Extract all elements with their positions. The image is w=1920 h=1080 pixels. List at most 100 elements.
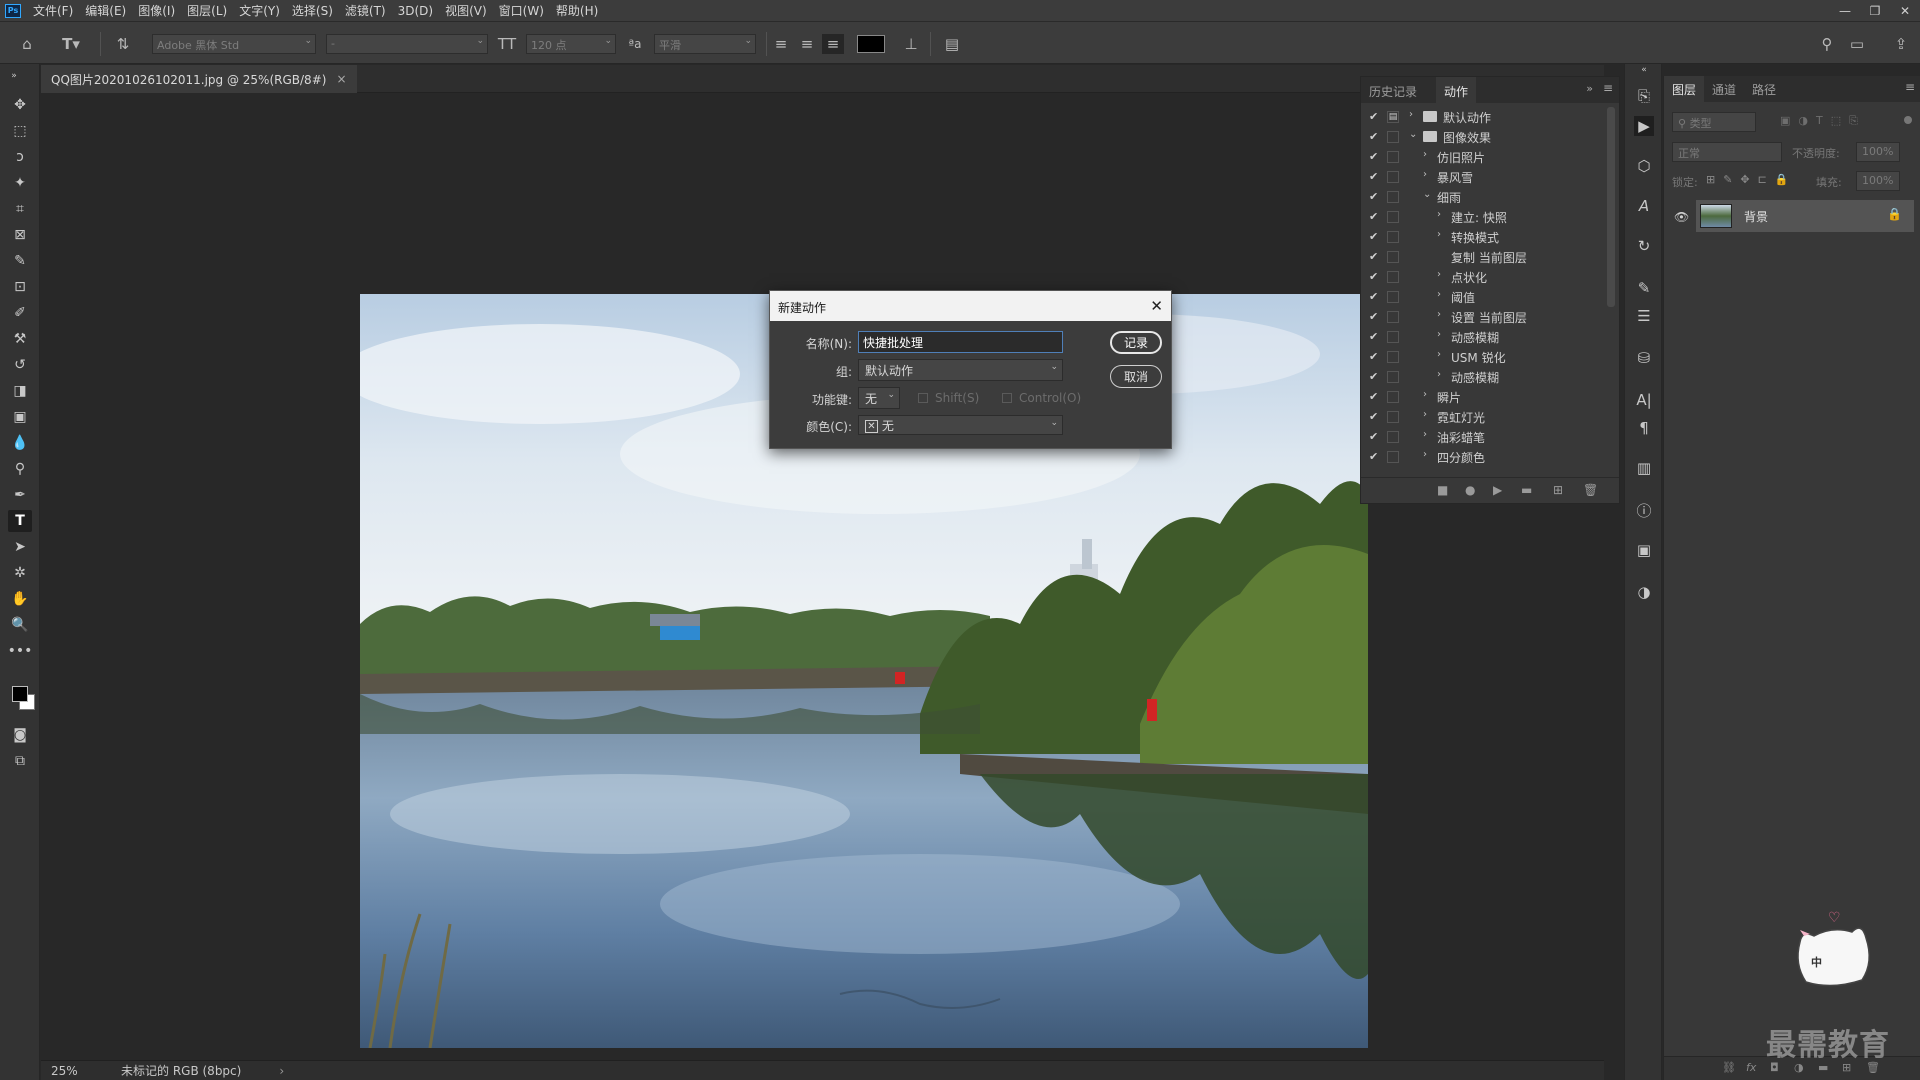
dialog-toggle-box[interactable] <box>1387 331 1399 343</box>
chevron-right-icon[interactable]: › <box>1423 449 1427 460</box>
clone-stamp-tool-icon[interactable]: ⚒ <box>8 328 32 350</box>
action-row[interactable]: ✔ › 油彩蜡笔 <box>1361 427 1605 447</box>
menu-item-help[interactable]: 帮助(H) <box>550 2 604 19</box>
play-icon[interactable]: ▶ <box>1493 483 1502 497</box>
action-row[interactable]: ✔ › 仿旧照片 <box>1361 147 1605 167</box>
dialog-toggle-box[interactable] <box>1387 411 1399 423</box>
eraser-tool-icon[interactable]: ◨ <box>8 380 32 402</box>
eyedropper-tool-icon[interactable]: ✎ <box>8 250 32 272</box>
chevron-right-icon[interactable]: › <box>1409 109 1413 120</box>
action-row[interactable]: ✔ ▤ › 默认动作 <box>1361 107 1605 127</box>
frame-tool-icon[interactable]: ⊠ <box>8 224 32 246</box>
tab-history[interactable]: 历史记录 <box>1361 77 1425 103</box>
antialias-select[interactable]: 平滑 ⌄ <box>654 34 756 54</box>
blend-mode-select[interactable]: 正常 <box>1672 142 1782 162</box>
tab-actions[interactable]: 动作 <box>1436 77 1477 103</box>
workspace-icon[interactable]: ▭ <box>1846 34 1868 54</box>
status-arrow-icon[interactable]: › <box>279 1064 284 1078</box>
check-icon[interactable]: ✔ <box>1369 250 1378 263</box>
record-button[interactable]: 记录 <box>1110 331 1162 354</box>
dialog-close-icon[interactable]: ✕ <box>1150 297 1163 315</box>
color-select[interactable]: ✕ 无 ⌄ <box>858 415 1063 435</box>
chevron-right-icon[interactable]: › <box>1437 289 1441 300</box>
action-row[interactable]: ✔ 复制 当前图层 <box>1361 247 1605 267</box>
home-icon[interactable]: ⌂ <box>16 34 38 54</box>
check-icon[interactable]: ✔ <box>1369 270 1378 283</box>
check-icon[interactable]: ✔ <box>1369 170 1378 183</box>
marquee-tool-icon[interactable]: ⬚ <box>8 120 32 142</box>
restore-button[interactable]: ❐ <box>1860 0 1890 21</box>
action-row[interactable]: ✔ › 设置 当前图层 <box>1361 307 1605 327</box>
visibility-eye-icon[interactable]: 👁 <box>1674 210 1689 224</box>
history-panel-icon[interactable]: ⎘ <box>1634 86 1654 106</box>
crop-tool-icon[interactable]: ⌗ <box>8 198 32 220</box>
libraries-panel-icon[interactable]: ▣ <box>1634 540 1654 560</box>
adjustments-panel-icon[interactable]: ↻ <box>1634 236 1654 256</box>
tab-layers[interactable]: 图层 <box>1664 76 1705 102</box>
magic-wand-tool-icon[interactable]: ✦ <box>8 172 32 194</box>
dialog-toggle-box[interactable] <box>1387 311 1399 323</box>
menu-item-view[interactable]: 视图(V) <box>439 2 493 19</box>
menu-item-layer[interactable]: 图层(L) <box>181 2 233 19</box>
check-icon[interactable]: ✔ <box>1369 350 1378 363</box>
record-icon[interactable]: ● <box>1465 483 1475 497</box>
menu-item-window[interactable]: 窗口(W) <box>493 2 550 19</box>
quick-mask-icon[interactable]: ◙ <box>8 724 32 746</box>
dialog-toggle-box[interactable] <box>1387 211 1399 223</box>
new-set-folder-icon[interactable]: ▬ <box>1521 483 1532 497</box>
chevron-right-icon[interactable]: › <box>1437 209 1441 220</box>
dialog-toggle-box[interactable] <box>1387 171 1399 183</box>
zoom-level[interactable]: 25% <box>51 1064 111 1078</box>
check-icon[interactable]: ✔ <box>1369 290 1378 303</box>
hand-tool-icon[interactable]: ✋ <box>8 588 32 610</box>
function-key-select[interactable]: 无 ⌄ <box>858 387 900 409</box>
chevron-right-icon[interactable]: › <box>1437 269 1441 280</box>
close-window-button[interactable]: ✕ <box>1890 0 1920 21</box>
collapse-panel-icon[interactable]: » <box>1586 82 1593 95</box>
chevron-right-icon[interactable]: › <box>1437 369 1441 380</box>
character-panel-icon[interactable]: ▤ <box>941 34 963 54</box>
dodge-tool-icon[interactable]: ⚲ <box>8 458 32 480</box>
brush-settings-icon[interactable]: ✎ <box>1634 278 1654 298</box>
layer-row-background[interactable]: 背景 🔒 <box>1696 200 1914 232</box>
paragraph-panel-icon[interactable]: ¶ <box>1634 418 1654 438</box>
align-left-icon[interactable]: ≡ <box>770 34 792 54</box>
check-icon[interactable]: ✔ <box>1369 310 1378 323</box>
zoom-tool-icon[interactable]: 🔍 <box>8 614 32 636</box>
path-selection-tool-icon[interactable]: ➤ <box>8 536 32 558</box>
chevron-right-icon[interactable]: › <box>1437 309 1441 320</box>
group-select[interactable]: 默认动作 ⌄ <box>858 359 1063 381</box>
lock-icon[interactable]: 🔒 <box>1887 207 1902 221</box>
menu-item-image[interactable]: 图像(I) <box>132 2 181 19</box>
menu-item-edit[interactable]: 编辑(E) <box>79 2 132 19</box>
chevron-right-icon[interactable]: › <box>1437 229 1441 240</box>
check-icon[interactable]: ✔ <box>1369 390 1378 403</box>
action-row[interactable]: ✔ › 点状化 <box>1361 267 1605 287</box>
3d-panel-icon[interactable]: ⬡ <box>1634 156 1654 176</box>
check-icon[interactable]: ✔ <box>1369 450 1378 463</box>
action-name-input[interactable]: 快捷批处理 <box>858 331 1063 353</box>
dialog-toggle-box[interactable] <box>1387 151 1399 163</box>
action-row[interactable]: ✔ › 建立: 快照 <box>1361 207 1605 227</box>
lasso-tool-icon[interactable]: ↄ <box>8 146 32 168</box>
action-row[interactable]: ✔ › USM 锐化 <box>1361 347 1605 367</box>
dialog-toggle-box[interactable] <box>1387 251 1399 263</box>
chevron-right-icon[interactable]: › <box>1423 389 1427 400</box>
history-brush-tool-icon[interactable]: ↺ <box>8 354 32 376</box>
layer-filter-select[interactable]: ⚲ 类型 <box>1672 112 1756 132</box>
dialog-toggle-box[interactable] <box>1387 351 1399 363</box>
lock-icons[interactable]: ⊞✎✥⊏🔒 <box>1706 173 1797 186</box>
link-layers-icon[interactable]: ⛓ <box>1722 1061 1736 1074</box>
share-icon[interactable]: ⇪ <box>1890 34 1912 54</box>
check-icon[interactable]: ✔ <box>1369 370 1378 383</box>
chevron-right-icon[interactable]: › <box>1423 429 1427 440</box>
chevron-right-icon[interactable]: › <box>1423 149 1427 160</box>
action-row[interactable]: ✔ › 阈值 <box>1361 287 1605 307</box>
filter-toggle[interactable] <box>1904 116 1912 124</box>
tab-paths[interactable]: 路径 <box>1744 76 1784 102</box>
font-family-select[interactable]: Adobe 黑体 Std ⌄ <box>152 34 316 54</box>
action-row[interactable]: ✔ › 动感模糊 <box>1361 367 1605 387</box>
dialog-toggle-box[interactable] <box>1387 271 1399 283</box>
align-center-icon[interactable]: ≡ <box>796 34 818 54</box>
screen-mode-icon[interactable]: ⧉ <box>8 750 32 772</box>
